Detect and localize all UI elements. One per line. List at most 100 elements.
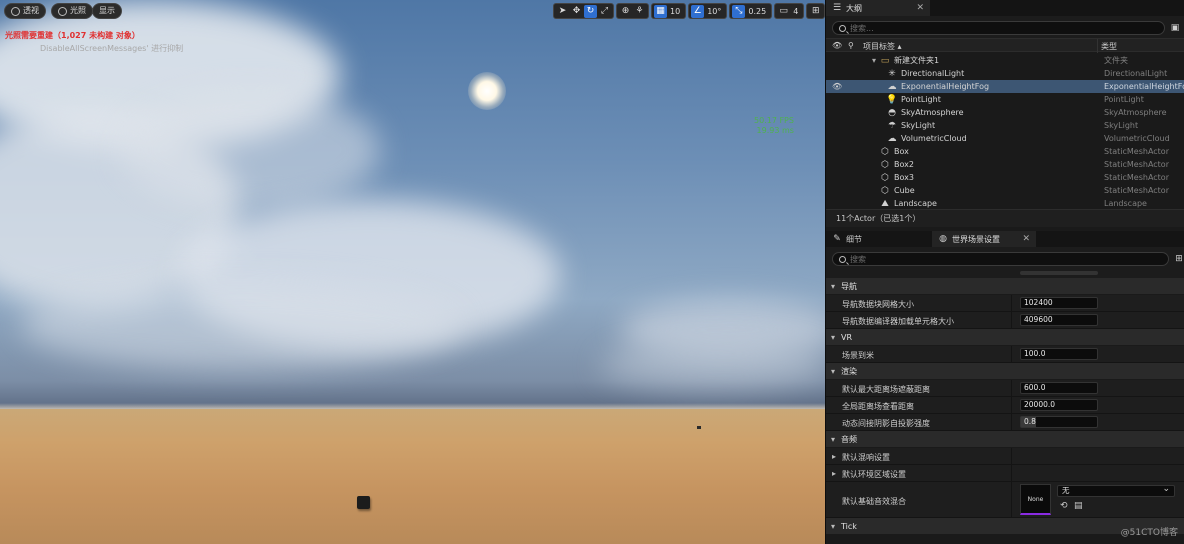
visibility-icon[interactable]: 👁 (832, 41, 842, 50)
tab-details[interactable]: ✎ 细节 (826, 231, 930, 247)
sun (468, 72, 506, 110)
sky-atmosphere-icon: ◓ (888, 107, 896, 118)
property-value-input[interactable]: 100.0 (1020, 348, 1098, 360)
scale-icon[interactable]: ⤢ (598, 5, 611, 18)
outliner-row-type: SkyLight (1104, 121, 1139, 130)
add-folder-icon[interactable]: ▣ (1170, 23, 1180, 33)
folder-icon: ▭ (880, 55, 890, 66)
layout-button[interactable]: ⊞ (806, 3, 825, 19)
outliner-row[interactable]: ☁ VolumetricCloud VolumetricCloud (826, 132, 1184, 145)
reset-icon[interactable]: ⟲ (1060, 501, 1068, 511)
outliner-row[interactable]: ⬡ Box3 StaticMeshActor (826, 171, 1184, 184)
close-icon[interactable]: ✕ (916, 3, 924, 13)
column-type-header[interactable]: 类型 (1101, 41, 1117, 52)
column-label-header[interactable]: 项目标签 ▴ (863, 41, 902, 52)
property-row: 默认最大距离场遮蔽距离 600.0 (826, 380, 1184, 397)
property-value-input[interactable]: 600.0 (1020, 382, 1098, 394)
property-row: 全局距离场查看距离 20000.0 (826, 397, 1184, 414)
translate-icon[interactable]: ✥ (570, 5, 583, 18)
outliner-row[interactable]: ⬡ Cube StaticMeshActor (826, 184, 1184, 197)
property-label: 默认基础音效混合 (842, 497, 906, 506)
select-mode-icon[interactable]: ➤ (556, 5, 569, 18)
outliner-row-label: Landscape (894, 199, 937, 208)
grid-icon: ▦ (654, 4, 667, 18)
outliner-row[interactable]: ◓ SkyAtmosphere SkyAtmosphere (826, 106, 1184, 119)
chevron-right-icon[interactable]: ▸ (832, 469, 836, 478)
search-icon (839, 255, 846, 263)
mesh-icon: ⬡ (881, 172, 889, 183)
perspective-button[interactable]: 透视 (4, 3, 46, 19)
fog-icon: ☁ (887, 81, 897, 92)
show-button[interactable]: 显示 (92, 3, 122, 19)
outliner-row[interactable]: ✳ DirectionalLight DirectionalLight (826, 67, 1184, 80)
camera-speed-button[interactable]: ▭ 4 (774, 3, 805, 19)
property-label: 导航数据块网格大小 (842, 300, 914, 309)
outliner-row-type: StaticMeshActor (1104, 160, 1169, 169)
property-value-input[interactable]: 102400 (1020, 297, 1098, 309)
tab-outliner[interactable]: ☰ 大纲 ✕ (826, 0, 930, 16)
cloud-icon: ☁ (887, 133, 897, 144)
surface-snap-icon[interactable]: ⚘ (633, 5, 646, 18)
category-header[interactable]: ▾ 渲染 (826, 363, 1184, 380)
details-property-list: ▾ 导航 导航数据块网格大小 102400 导航数据编译器加载单元格大小 409600 ▾ V… (826, 278, 1184, 535)
outliner-list: ▾ ▭ 新建文件夹1 文件夹 ✳ DirectionalLight DirectionalL… (826, 54, 1184, 210)
cube-actor[interactable] (357, 496, 370, 509)
property-row: 默认基础音效混合 None 无 ⌄ ⟲ ▤ (826, 482, 1184, 518)
outliner-row[interactable]: ⬡ Box2 StaticMeshActor (826, 158, 1184, 171)
scale-snap-icon: ⤡ (732, 4, 746, 18)
outliner-row-label: DirectionalLight (901, 69, 965, 78)
mesh-icon: ⬡ (881, 185, 889, 196)
category-label: 音频 (841, 434, 858, 444)
rotate-icon[interactable]: ↻ (584, 4, 597, 18)
outliner-row-label: ExponentialHeightFog (901, 82, 990, 91)
property-label: 默认环境区域设置 (842, 470, 906, 479)
category-header[interactable]: ▾ VR (826, 329, 1184, 346)
search-icon (839, 24, 846, 32)
chevron-right-icon[interactable]: ▸ (832, 452, 836, 461)
asset-thumbnail[interactable]: None (1020, 484, 1051, 515)
grid-snap-button[interactable]: ▦ 10 (651, 3, 687, 19)
visibility-icon[interactable]: 👁 (832, 82, 842, 91)
category-label: 导航 (841, 281, 858, 291)
outliner-row[interactable]: ☂ SkyLight SkyLight (826, 119, 1184, 132)
table-view-icon[interactable]: ⊞ (1174, 254, 1184, 264)
layout-icon: ⊞ (812, 6, 820, 16)
scale-snap-button[interactable]: ⤡ 0.25 (729, 3, 773, 19)
outliner-row-label: Box (894, 147, 909, 156)
directional-light-icon: ✳ (888, 68, 896, 79)
outliner-row-label: Box2 (894, 160, 914, 169)
sound-mix-dropdown[interactable]: 无 ⌄ (1057, 484, 1175, 497)
rotation-snap-button[interactable]: ∠ 10° (688, 3, 728, 19)
outliner-row[interactable]: ▾ ▭ 新建文件夹1 文件夹 (826, 54, 1184, 67)
property-value-input[interactable]: 409600 (1020, 314, 1098, 326)
point-light-icon: 💡 (886, 94, 898, 105)
chevron-down-icon[interactable]: ▾ (872, 56, 876, 65)
tab-world-settings[interactable]: ◍ 世界场景设置 ✕ (932, 231, 1036, 247)
chevron-down-icon: ▾ (831, 434, 836, 444)
pin-icon[interactable]: ⚲ (848, 41, 854, 50)
viewport-toolbar: ➤ ✥ ↻ ⤢ ⊕ ⚘ ▦ 10 ∠ 10° ⤡ 0.25 ▭ 4 ⊞ (553, 3, 825, 19)
world-space-icon[interactable]: ⊕ (619, 5, 632, 18)
browse-asset-icon[interactable]: ▤ (1074, 501, 1083, 511)
box-actor[interactable] (697, 426, 701, 429)
category-header[interactable]: ▾ 导航 (826, 278, 1184, 295)
outliner-search-input[interactable]: 搜索... (832, 21, 1165, 35)
close-icon[interactable]: ✕ (1022, 234, 1030, 244)
details-search-input[interactable]: 搜索 (832, 252, 1169, 266)
outliner-row[interactable]: 💡 PointLight PointLight (826, 93, 1184, 106)
category-header[interactable]: ▾ 音频 (826, 431, 1184, 448)
outliner-row-label: SkyLight (901, 121, 936, 130)
outliner-footer: 11个Actor（已选1个） (826, 209, 1184, 227)
watermark: @51CTO博客 (1120, 528, 1178, 538)
outliner-row-type: SkyAtmosphere (1104, 108, 1167, 117)
lit-button[interactable]: 光照 (51, 3, 93, 19)
outliner-row[interactable]: ⬡ Box StaticMeshActor (826, 145, 1184, 158)
property-label: 默认最大距离场遮蔽距离 (842, 385, 930, 394)
property-value-input[interactable]: 20000.0 (1020, 399, 1098, 411)
outliner-row-type: StaticMeshActor (1104, 186, 1169, 195)
outliner-row-type: 文件夹 (1104, 56, 1128, 65)
property-slider[interactable]: 0.8 (1020, 416, 1098, 428)
level-viewport[interactable]: 透视 光照 显示 ➤ ✥ ↻ ⤢ ⊕ ⚘ ▦ 10 ∠ 10° ⤡ 0.25 ▭… (0, 0, 825, 544)
category-label: Tick (841, 521, 857, 531)
outliner-row[interactable]: 👁 ☁ ExponentialHeightFog ExponentialHeightF… (826, 80, 1184, 93)
